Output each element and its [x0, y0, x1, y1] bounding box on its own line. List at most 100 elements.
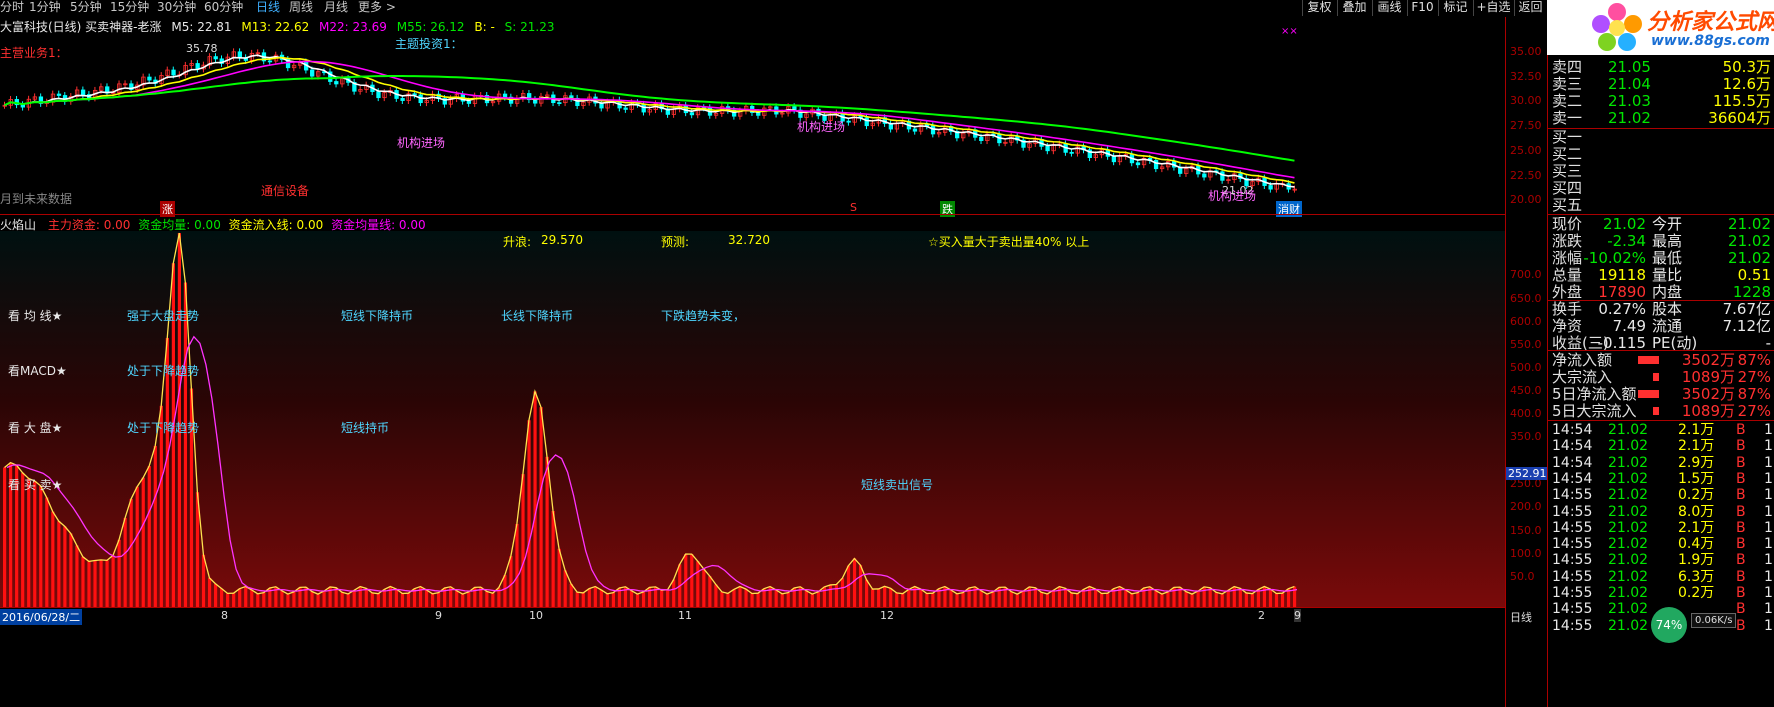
volume-bar [1190, 594, 1194, 607]
x-month-11: 11 [678, 609, 692, 622]
ytick-price: 32.50 [1510, 70, 1542, 83]
indicator-legend: 火焰山 主力资金: 0.00 资金均量: 0.00 资金流入线: 0.00 资金… [0, 216, 426, 233]
b-signal-label: B: - [474, 20, 495, 34]
volume-bar [1166, 591, 1170, 607]
volume-bar [111, 555, 115, 607]
row-market-text-2: 短线持币 [341, 421, 390, 435]
volume-bar [907, 589, 911, 607]
ytick-indicator: 550.0 [1510, 338, 1542, 351]
tick-side: B [1736, 568, 1746, 585]
back-button[interactable]: 返回 [1514, 0, 1546, 16]
tick-side: B [1736, 552, 1746, 569]
volume-bar [250, 589, 254, 607]
draw-line-button[interactable]: 画线 [1372, 0, 1406, 16]
row-label-ma: 看 均 线★ [8, 309, 63, 323]
period-toolbar: 分时 1分钟 5分钟 15分钟 30分钟 60分钟 日线 周线 月线 更多 > … [0, 0, 1543, 17]
tick-count: 1 [1764, 617, 1773, 634]
volume-bar [63, 526, 67, 607]
volume-bar [810, 594, 814, 607]
ytick-price: 20.00 [1510, 193, 1542, 206]
tick-time: 14:54 [1552, 454, 1593, 471]
tick-price: 21.02 [1608, 470, 1649, 487]
row-ma-text-3: 长线下降持币 [501, 309, 574, 323]
volume-bar [527, 420, 531, 607]
tick-time: 14:55 [1552, 552, 1593, 569]
x-month-9: 9 [435, 609, 442, 622]
volume-bar [437, 592, 441, 607]
volume-bar [207, 577, 212, 607]
period-tab-intraday[interactable]: 分时 [0, 0, 24, 15]
tick-row: 14:55 21.02 1.9万 B 1 [1548, 551, 1774, 569]
ma22-line [4, 60, 1295, 179]
tick-row: 14:55 21.02 0.2万 B 1 [1548, 584, 1774, 602]
period-tab-60min[interactable]: 60分钟 [204, 0, 243, 15]
sell-1-price: 21.02 [1608, 109, 1651, 127]
volume-bar [629, 590, 634, 607]
volume-bar [238, 588, 242, 607]
tick-volume: 2.9万 [1678, 454, 1715, 471]
tick-count: 1 [1764, 503, 1773, 520]
volume-bar [51, 511, 55, 607]
mark-button[interactable]: 标记 [1438, 0, 1472, 16]
ytick-price: 35.00 [1510, 45, 1542, 58]
candle-body [846, 120, 851, 123]
volume-bar [153, 445, 157, 607]
tick-price: 21.02 [1608, 601, 1649, 618]
volume-bar [1094, 589, 1098, 607]
volume-bar [696, 561, 700, 607]
net-usage-badge[interactable]: 74% [1651, 607, 1687, 643]
volume-bar [461, 594, 465, 607]
y-axis: 35.00 32.50 30.00 27.50 25.00 22.50 20.0… [1505, 17, 1549, 707]
ma5-line [4, 54, 1295, 188]
tick-row: 14:54 21.02 1.5万 B 1 [1548, 470, 1774, 488]
adjust-button[interactable]: 复权 [1302, 0, 1336, 16]
buy-5-row: 买五 [1548, 196, 1774, 215]
tick-side: B [1736, 536, 1746, 553]
indicator-title: 火焰山 [0, 218, 37, 232]
period-tab-1min[interactable]: 1分钟 [29, 0, 61, 15]
candle-body [864, 117, 869, 127]
row-ma-text-4: 下跌趋势未变， [661, 309, 746, 323]
volume-bar [220, 588, 224, 607]
tick-count: 1 [1764, 470, 1773, 487]
period-tab-more[interactable]: 更多 > [358, 0, 396, 15]
period-tab-5min[interactable]: 5分钟 [70, 0, 102, 15]
period-tab-15min[interactable]: 15分钟 [110, 0, 149, 15]
volume-bar [521, 474, 525, 607]
row-trade-text-1: 短线卖出信号 [861, 478, 934, 492]
volume-bar [491, 593, 495, 607]
price-high-label: 35.78 [186, 42, 218, 55]
volume-bar [1075, 593, 1080, 607]
tick-row: 14:55 21.02 8.0万 B 1 [1548, 503, 1774, 521]
volume-bar [485, 591, 489, 607]
period-tab-weekly[interactable]: 周线 [289, 0, 313, 15]
axis-period-label: 日线 [1510, 611, 1532, 624]
volume-bar [141, 477, 145, 607]
overlay-button[interactable]: 叠加 [1337, 0, 1371, 16]
price-chart[interactable]: 大富科技(日线) 买卖神器-老涨 M5: 22.81 M13: 22.62 M2… [0, 17, 1505, 243]
volume-bar [985, 594, 989, 607]
volume-bar [45, 497, 49, 607]
tick-row: 14:54 21.02 2.9万 B 1 [1548, 454, 1774, 472]
volume-bar [889, 588, 893, 607]
volume-bar [201, 554, 206, 607]
tick-count: 1 [1764, 487, 1773, 504]
period-tab-30min[interactable]: 30分钟 [157, 0, 196, 15]
fund-flow-bar [1638, 356, 1659, 364]
period-tab-monthly[interactable]: 月线 [324, 0, 348, 15]
candle-body [171, 69, 176, 76]
volume-bar [1124, 589, 1128, 607]
tick-time: 14:55 [1552, 617, 1593, 634]
ytick-indicator: 400.0 [1510, 407, 1542, 420]
indicator-chart-canvas[interactable] [0, 215, 1505, 607]
volume-bar [545, 456, 549, 607]
f10-button[interactable]: F10 [1407, 0, 1437, 16]
row-label-trade: 看 买 卖★ [8, 478, 63, 492]
period-tab-daily[interactable]: 日线 [256, 0, 280, 15]
candle-body [689, 112, 695, 116]
volume-bar [877, 588, 881, 607]
volume-bar [834, 584, 839, 607]
volume-bar [919, 589, 923, 607]
candle-body [641, 103, 646, 113]
add-watchlist-button[interactable]: +自选 [1473, 0, 1513, 16]
